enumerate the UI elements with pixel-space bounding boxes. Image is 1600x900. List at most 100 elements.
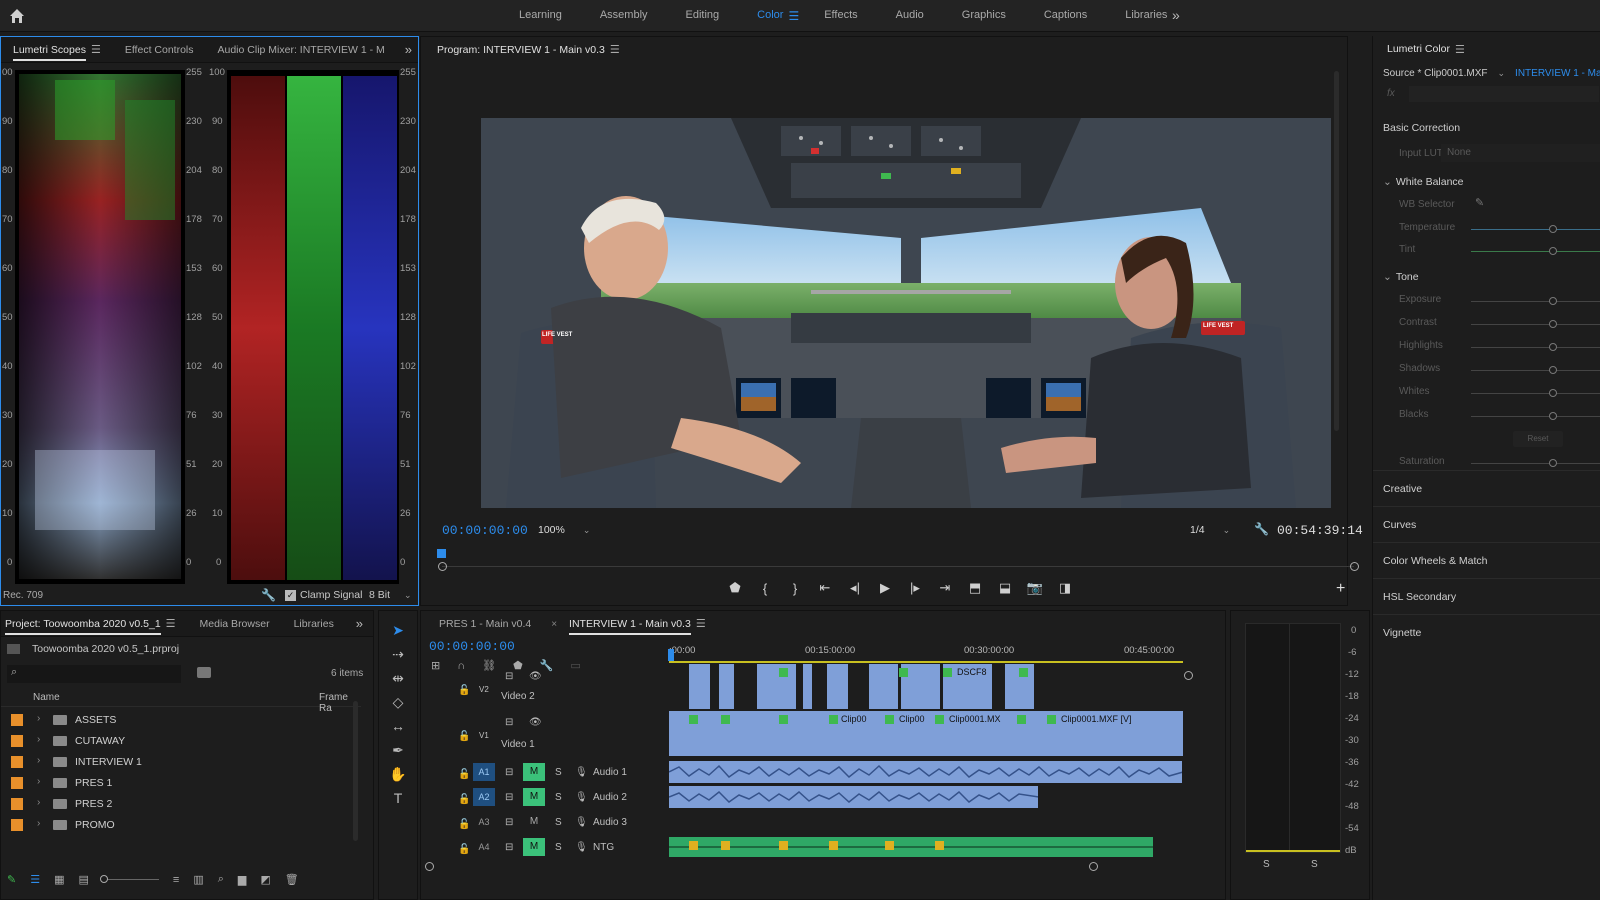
track-target-a4[interactable]: A4 bbox=[473, 838, 495, 856]
hand-tool-icon[interactable]: ✋ bbox=[387, 763, 409, 785]
mic-icon[interactable]: 🎙 bbox=[575, 767, 588, 778]
play-icon[interactable]: ▶ bbox=[870, 580, 900, 596]
exposure-slider[interactable] bbox=[1471, 301, 1600, 302]
zoom-scroll-end-handle[interactable] bbox=[1089, 862, 1098, 871]
effect-name-field[interactable] bbox=[1409, 86, 1599, 102]
timeline-playhead[interactable] bbox=[668, 649, 674, 661]
timeline-ruler[interactable]: :00:00 00:15:00:00 00:30:00:00 00:45:00:… bbox=[669, 639, 1183, 661]
contrast-slider[interactable] bbox=[1471, 324, 1600, 325]
sync-lock-icon[interactable]: ⊟ bbox=[505, 767, 513, 778]
go-to-out-icon[interactable]: ⇥ bbox=[930, 580, 960, 596]
project-scrollbar[interactable] bbox=[353, 701, 358, 841]
tone-header[interactable]: ⌄ Tone bbox=[1383, 271, 1419, 283]
tab-lumetri-scopes[interactable]: Lumetri Scopes ☰ bbox=[1, 37, 113, 63]
basic-correction-header[interactable]: Basic Correction bbox=[1383, 122, 1460, 134]
eye-icon[interactable]: 👁 bbox=[529, 671, 542, 682]
tab-program[interactable]: Program: INTERVIEW 1 - Main v0.3 ☰ bbox=[421, 37, 632, 63]
track-id-v2[interactable]: V2 bbox=[479, 685, 489, 694]
checkbox-icon[interactable]: ✓ bbox=[285, 589, 296, 601]
source-clip-label[interactable]: Source * Clip0001.MXF bbox=[1383, 68, 1488, 79]
video-clip[interactable] bbox=[719, 664, 735, 709]
snap-icon[interactable]: ∩ bbox=[457, 660, 465, 672]
lock-icon[interactable]: 🔓 bbox=[458, 731, 470, 742]
workspace-audio[interactable]: Audio bbox=[877, 0, 943, 32]
shadows-knob[interactable] bbox=[1549, 366, 1557, 374]
solo-right-button[interactable]: S bbox=[1311, 859, 1318, 870]
saturation-slider[interactable] bbox=[1471, 463, 1600, 464]
lift-icon[interactable]: ⬒ bbox=[960, 580, 990, 596]
video-clip[interactable] bbox=[803, 664, 813, 709]
selection-tool-icon[interactable]: ➤ bbox=[387, 619, 409, 641]
highlights-knob[interactable] bbox=[1549, 343, 1557, 351]
fx-icon[interactable]: fx bbox=[1387, 88, 1395, 99]
eyedropper-icon[interactable]: ✎ bbox=[1475, 196, 1484, 209]
track-id-v1[interactable]: V1 bbox=[479, 731, 489, 740]
blacks-knob[interactable] bbox=[1549, 412, 1557, 420]
slip-tool-icon[interactable]: ↔ bbox=[387, 715, 409, 737]
scrubber-start-handle[interactable] bbox=[438, 562, 447, 571]
zoom-scroll-start-handle[interactable] bbox=[425, 862, 434, 871]
workspace-editing[interactable]: Editing bbox=[667, 0, 739, 32]
mute-button-a3[interactable]: M bbox=[523, 813, 545, 831]
add-button-icon[interactable]: + bbox=[1336, 580, 1345, 598]
video-clip[interactable] bbox=[827, 664, 849, 709]
mute-button-a1[interactable]: M bbox=[523, 763, 545, 781]
mark-in-icon[interactable]: { bbox=[750, 581, 780, 596]
audio-clip-a1[interactable] bbox=[669, 761, 1183, 783]
folder-row[interactable]: › INTERVIEW 1 bbox=[1, 752, 356, 773]
work-area-bar[interactable] bbox=[669, 661, 1183, 663]
bit-depth-select[interactable]: 8 Bit ⌄ bbox=[369, 589, 412, 601]
tab-media-browser[interactable]: Media Browser bbox=[188, 611, 282, 637]
vignette-section[interactable]: Vignette bbox=[1373, 614, 1600, 650]
input-lut-select[interactable]: None bbox=[1441, 144, 1600, 162]
settings-wrench-icon[interactable]: 🔧 bbox=[1254, 522, 1269, 536]
reset-button[interactable]: Reset bbox=[1513, 431, 1563, 447]
track-target-a2[interactable]: A2 bbox=[473, 788, 495, 806]
sync-lock-icon[interactable]: ⊟ bbox=[505, 817, 513, 828]
timeline-timecode[interactable]: 00:00:00:00 bbox=[429, 639, 515, 654]
shadows-slider[interactable] bbox=[1471, 370, 1600, 371]
tab-project[interactable]: Project: Toowoomba 2020 v0.5_1 ☰ bbox=[1, 611, 188, 637]
solo-button-a1[interactable]: S bbox=[555, 767, 562, 778]
mic-icon[interactable]: 🎙 bbox=[575, 817, 588, 828]
pen-tool-icon[interactable]: ✒ bbox=[387, 739, 409, 761]
colorspace-label[interactable]: Rec. 709 bbox=[3, 590, 43, 601]
audio-clip-a4[interactable] bbox=[669, 837, 1153, 857]
exposure-knob[interactable] bbox=[1549, 297, 1557, 305]
pencil-icon[interactable]: ✎ bbox=[7, 873, 16, 886]
lumetri-source-row[interactable]: Source * Clip0001.MXF ⌄ INTERVIEW 1 - Ma… bbox=[1383, 68, 1600, 79]
panel-overflow-icon[interactable]: » bbox=[356, 616, 373, 631]
home-icon[interactable] bbox=[8, 7, 26, 25]
sequence-label[interactable]: INTERVIEW 1 - Main v bbox=[1515, 68, 1600, 79]
curves-section[interactable]: Curves bbox=[1373, 506, 1600, 542]
solo-button-a4[interactable]: S bbox=[555, 842, 562, 853]
track-select-tool-icon[interactable]: ⇢ bbox=[387, 643, 409, 665]
color-wheels-section[interactable]: Color Wheels & Match bbox=[1373, 542, 1600, 578]
track-v1-lane[interactable]: Clip00 Clip00 Clip0001.MX Clip0001.MXF [… bbox=[669, 711, 1183, 756]
comparison-view-icon[interactable]: ◨ bbox=[1050, 580, 1080, 596]
new-search-bin-icon[interactable] bbox=[197, 667, 211, 678]
linked-selection-icon[interactable]: ⛓ bbox=[482, 659, 496, 672]
new-item-icon[interactable]: ◩ bbox=[260, 873, 270, 886]
lock-icon[interactable]: 🔓 bbox=[458, 769, 470, 780]
step-back-icon[interactable]: ◂| bbox=[840, 580, 870, 596]
tab-interview1-sequence[interactable]: INTERVIEW 1 - Main v0.3 ☰ bbox=[557, 611, 718, 637]
mark-out-icon[interactable]: } bbox=[780, 581, 810, 596]
temperature-knob[interactable] bbox=[1549, 225, 1557, 233]
sync-lock-icon[interactable]: ⊟ bbox=[505, 842, 513, 853]
video-clip[interactable] bbox=[757, 664, 797, 709]
tint-knob[interactable] bbox=[1549, 247, 1557, 255]
solo-left-button[interactable]: S bbox=[1263, 859, 1270, 870]
eye-icon[interactable]: 👁 bbox=[529, 717, 542, 728]
wrench-icon[interactable]: 🔧 bbox=[261, 588, 276, 602]
program-scrubber[interactable] bbox=[442, 566, 1354, 567]
audio-clip-a2[interactable] bbox=[669, 786, 1039, 808]
workspace-graphics[interactable]: Graphics bbox=[943, 0, 1025, 32]
tint-slider[interactable] bbox=[1471, 251, 1600, 252]
hsl-secondary-section[interactable]: HSL Secondary bbox=[1373, 578, 1600, 614]
razor-tool-icon[interactable]: ◇ bbox=[387, 691, 409, 713]
program-scrollbar[interactable] bbox=[1334, 71, 1339, 431]
ripple-edit-tool-icon[interactable]: ⇹ bbox=[387, 667, 409, 689]
video-clip[interactable] bbox=[689, 664, 711, 709]
solo-button-a2[interactable]: S bbox=[555, 792, 562, 803]
